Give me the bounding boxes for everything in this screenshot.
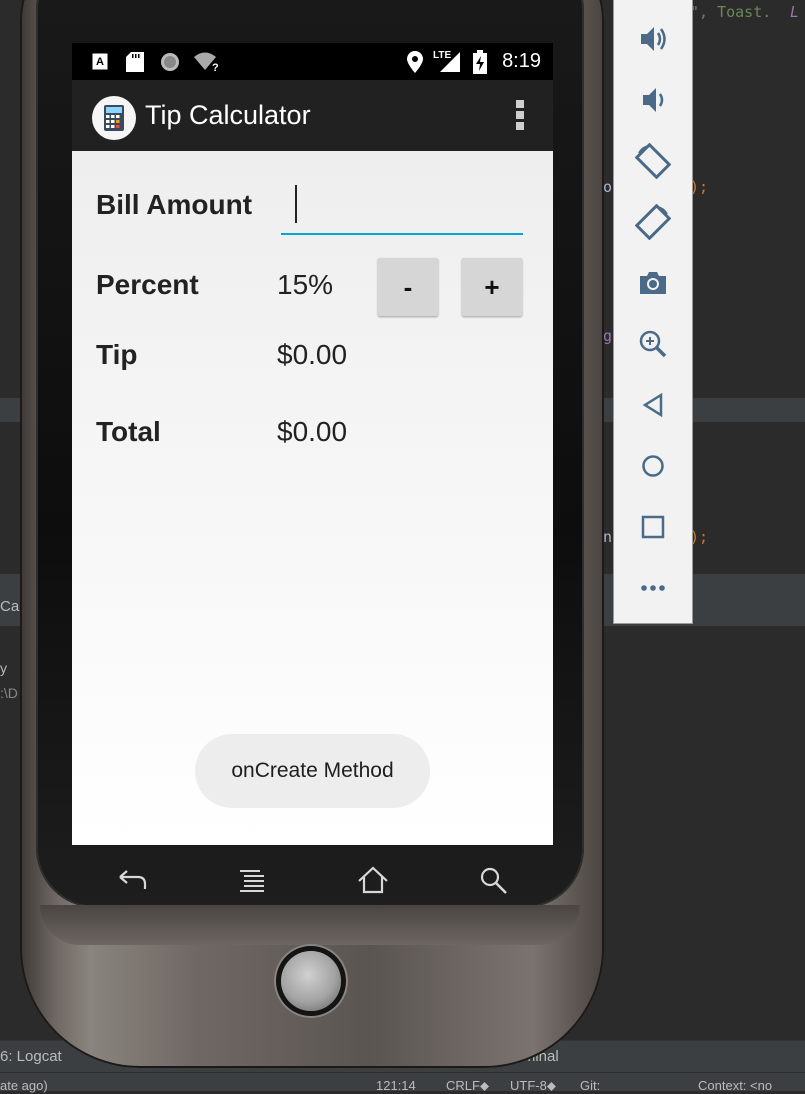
app-action-bar: Tip Calculator: [72, 80, 553, 151]
physical-home-button[interactable]: [281, 951, 341, 1011]
emulator-toolbar: [613, 0, 693, 624]
tool-window-tab[interactable]: Ca: [0, 598, 19, 615]
sync-icon: [160, 52, 180, 72]
code-fragment: n: [603, 528, 613, 546]
git-branch[interactable]: Git:: [580, 1078, 600, 1093]
total-value: $0.00: [277, 416, 348, 447]
sd-card-icon: [126, 52, 144, 72]
tip-form: Bill Amount Percent 15% - + Tip $0.00 To…: [72, 151, 553, 845]
android-status-bar: A ? LTE 8:19: [72, 43, 553, 80]
svg-text:LTE: LTE: [433, 50, 451, 61]
rotate-left-icon[interactable]: [631, 139, 675, 183]
line-separator[interactable]: CRLF⬥: [446, 1078, 489, 1094]
app-title: Tip Calculator: [145, 100, 311, 130]
file-encoding[interactable]: UTF-8⬥: [510, 1078, 556, 1094]
increase-percent-button[interactable]: +: [462, 258, 522, 316]
rotate-right-icon[interactable]: [631, 200, 675, 244]
calculator-icon: [92, 96, 136, 140]
volume-down-icon[interactable]: [631, 78, 675, 122]
volume-up-icon[interactable]: [631, 17, 675, 61]
camera-icon[interactable]: [631, 261, 675, 305]
tip-value: $0.00: [277, 339, 348, 370]
hardware-nav-keys: [72, 845, 553, 913]
logcat-tab[interactable]: 6: Logcat: [0, 1048, 62, 1065]
total-label: Total: [96, 416, 161, 447]
svg-text:?: ?: [212, 62, 219, 72]
code-fragment: o: [603, 178, 613, 196]
device-screen: A ? LTE 8:19 Tip Calculator Bill Amount …: [72, 43, 553, 845]
battery-charging-icon: [473, 50, 487, 74]
percent-value: 15%: [277, 269, 334, 300]
home-icon[interactable]: [355, 863, 391, 899]
bill-amount-label: Bill Amount: [96, 189, 253, 220]
caret-position[interactable]: 121:14: [376, 1078, 416, 1093]
context-indicator[interactable]: Context: <no: [698, 1078, 772, 1093]
back-icon[interactable]: [114, 863, 150, 899]
console-text: y: [0, 660, 7, 676]
location-icon: [407, 51, 423, 73]
bill-amount-input[interactable]: [281, 183, 523, 235]
overflow-menu-icon[interactable]: [515, 100, 525, 132]
code-string: ", Toast.: [690, 3, 772, 21]
code-fragment: g: [603, 327, 613, 345]
overview-icon[interactable]: [631, 505, 675, 549]
keyboard-notification-icon: A: [92, 53, 108, 73]
more-icon[interactable]: [631, 566, 675, 610]
status-message: ate ago): [0, 1078, 48, 1093]
toast-message: onCreate Method: [195, 734, 430, 808]
home-icon[interactable]: [631, 444, 675, 488]
decrease-percent-button[interactable]: -: [378, 258, 438, 316]
back-icon[interactable]: [631, 383, 675, 427]
zoom-icon[interactable]: [631, 322, 675, 366]
console-text: :\D: [0, 685, 18, 701]
clock: 8:19: [502, 50, 541, 72]
search-icon[interactable]: [476, 863, 512, 899]
wifi-icon: ?: [194, 52, 220, 74]
tip-label: Tip: [96, 339, 138, 370]
svg-text:A: A: [96, 56, 104, 68]
percent-label: Percent: [96, 269, 199, 300]
code-fragment: L: [790, 3, 800, 21]
lte-signal-icon: LTE: [432, 48, 462, 72]
menu-icon[interactable]: [236, 863, 272, 899]
